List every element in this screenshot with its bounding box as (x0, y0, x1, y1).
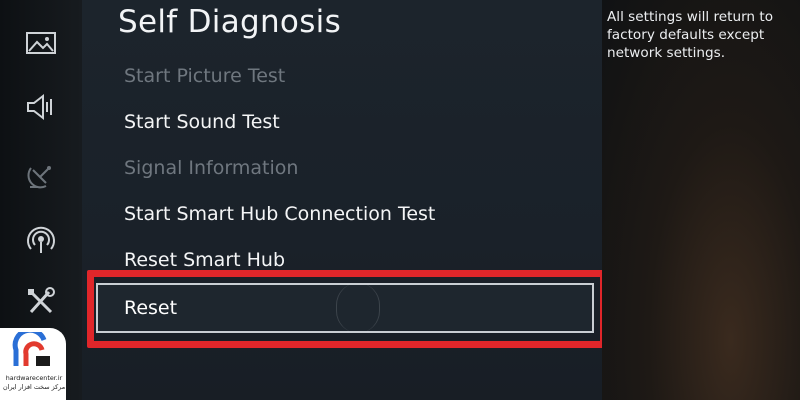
page-title: Self Diagnosis (118, 4, 342, 40)
menu-item-start-sound-test[interactable]: Start Sound Test (124, 106, 280, 138)
hardwarecenter-logo: hardwarecenter.ir مرکز سخت افزار ایران (0, 328, 66, 400)
support-icon[interactable] (22, 284, 60, 318)
reset-highlight-frame (87, 270, 607, 348)
network-icon[interactable] (22, 222, 60, 256)
logo-mark-icon (12, 332, 50, 366)
sound-icon[interactable] (22, 90, 60, 124)
menu-item-signal-information[interactable]: Signal Information (124, 152, 298, 184)
broadcast-icon[interactable] (22, 158, 60, 192)
logo-site-text: hardwarecenter.ir مرکز سخت افزار ایران (3, 374, 66, 391)
menu-item-start-picture-test[interactable]: Start Picture Test (124, 60, 285, 92)
menu-item-smart-hub-connection-test[interactable]: Start Smart Hub Connection Test (124, 198, 435, 230)
info-description: All settings will return to factory defa… (607, 9, 774, 61)
picture-icon[interactable] (22, 26, 60, 60)
info-panel: All settings will return to factory defa… (602, 0, 800, 400)
